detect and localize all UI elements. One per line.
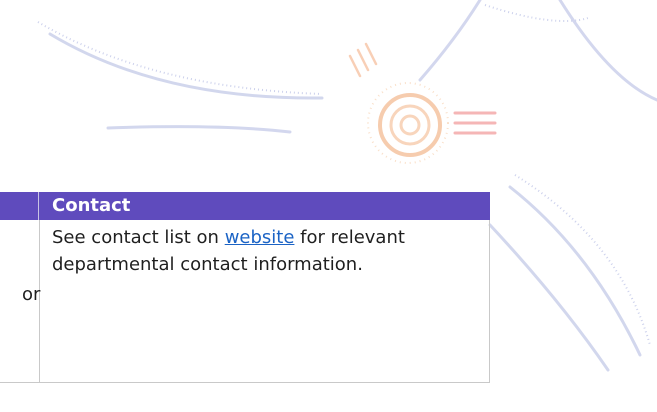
header-cell-previous bbox=[0, 192, 39, 220]
table-row: or See contact list on website for relev… bbox=[0, 220, 490, 383]
contact-table: Contact or See contact list on website f… bbox=[0, 192, 490, 383]
previous-cell-text: or bbox=[22, 284, 41, 305]
header-contact: Contact bbox=[52, 195, 131, 216]
contact-text-before: See contact list on bbox=[52, 227, 225, 248]
table-header-row: Contact bbox=[0, 192, 490, 220]
contact-cell-text: See contact list on website for relevant… bbox=[52, 224, 472, 278]
website-link[interactable]: website bbox=[225, 227, 295, 248]
